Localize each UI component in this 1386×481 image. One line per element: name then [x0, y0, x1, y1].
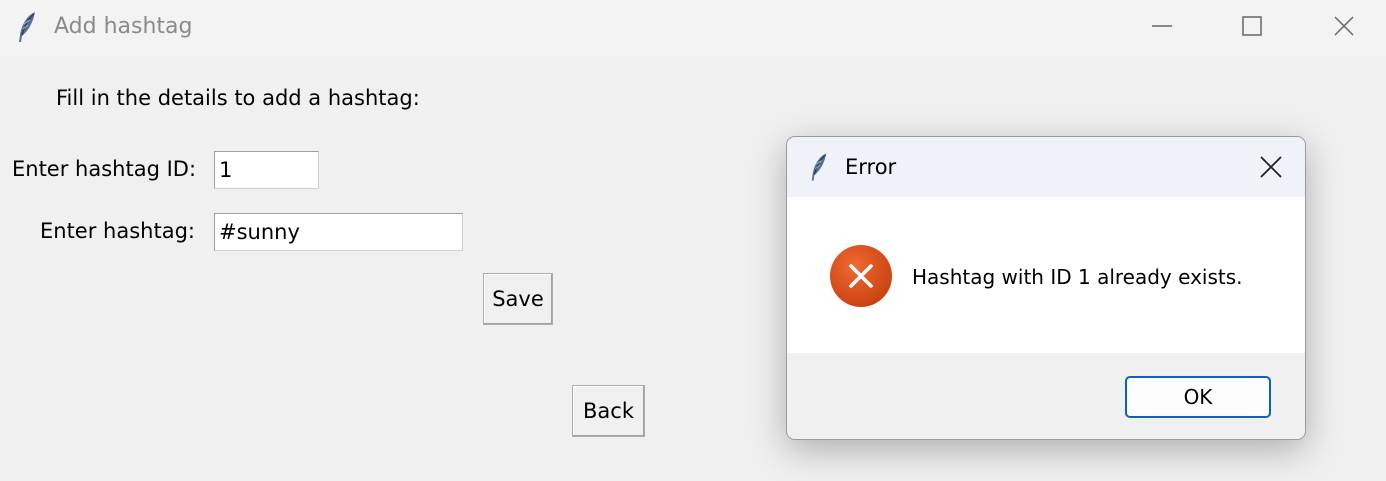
hashtag-label: Enter hashtag: — [40, 219, 195, 243]
minimize-icon — [1152, 25, 1172, 27]
close-icon — [1334, 16, 1354, 36]
ok-button[interactable]: OK — [1125, 376, 1271, 418]
error-icon — [830, 245, 892, 307]
save-button[interactable]: Save — [483, 273, 553, 325]
instruction-text: Fill in the details to add a hashtag: — [56, 86, 420, 110]
window-titlebar: Add hashtag — [0, 0, 1386, 56]
dialog-body: Hashtag with ID 1 already exists. — [787, 197, 1305, 353]
feather-icon — [811, 153, 827, 181]
hashtag-id-input[interactable] — [214, 151, 319, 189]
dialog-title: Error — [845, 155, 897, 179]
dialog-close-button[interactable] — [1249, 147, 1293, 187]
dialog-message: Hashtag with ID 1 already exists. — [912, 265, 1243, 289]
hashtag-input[interactable] — [214, 213, 463, 251]
close-icon — [1260, 156, 1282, 178]
hashtag-id-label: Enter hashtag ID: — [12, 157, 197, 181]
window-title: Add hashtag — [54, 14, 193, 39]
error-dialog: Error Hashtag with ID 1 already exists. … — [786, 136, 1306, 440]
back-button[interactable]: Back — [572, 385, 645, 437]
dialog-footer: OK — [787, 353, 1305, 439]
minimize-button[interactable] — [1116, 0, 1208, 52]
maximize-button[interactable] — [1206, 0, 1298, 52]
maximize-icon — [1242, 16, 1262, 36]
dialog-titlebar: Error — [787, 137, 1305, 197]
close-button[interactable] — [1298, 0, 1386, 52]
feather-icon — [19, 12, 35, 42]
